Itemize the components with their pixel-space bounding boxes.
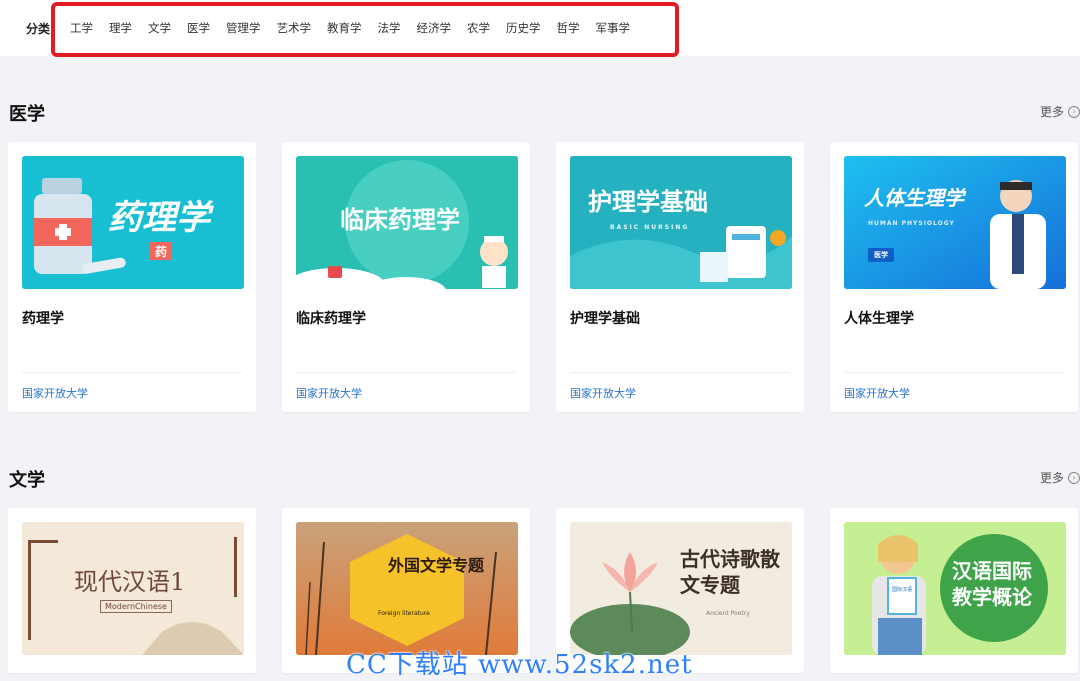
- course-thumbnail: 古代诗歌散文专题 Ancient Poetry: [570, 522, 792, 655]
- school-link[interactable]: 国家开放大学: [844, 385, 910, 401]
- more-label: 更多: [1039, 471, 1064, 485]
- course-name[interactable]: 药理学: [22, 308, 64, 328]
- school-link[interactable]: 国家开放大学: [22, 385, 88, 401]
- category-label: 分类: [26, 22, 51, 36]
- chevron-right-icon: ›: [1068, 471, 1080, 484]
- course-thumbnail: 人体生理学 HUMAN PHYSIOLOGY 医学: [844, 156, 1066, 289]
- course-thumbnail: 临床药理学: [296, 156, 518, 289]
- course-thumbnail: 现代汉语1 ModernChinese: [22, 522, 244, 655]
- thumbnail-title: 人体生理学: [864, 186, 964, 210]
- course-card[interactable]: 临床药理学 临床药理学 国家开放大学: [282, 142, 530, 412]
- thumbnail-title: 临床药理学: [340, 206, 460, 234]
- thumbnail-subtitle: BASIC NURSING: [610, 224, 690, 231]
- card-divider: [296, 372, 516, 373]
- course-card[interactable]: 药理学 药 药理学 国家开放大学: [8, 142, 256, 412]
- course-name[interactable]: 护理学基础: [570, 308, 640, 328]
- section-title-literature: 文学: [9, 470, 45, 491]
- course-thumbnail: 国际汉语 汉语国际教学概论: [844, 522, 1066, 655]
- thumbnail-title: 药理学: [108, 198, 210, 238]
- more-link-literature[interactable]: 更多 ›: [1040, 469, 1080, 486]
- category-item[interactable]: 农学: [459, 20, 498, 36]
- category-item[interactable]: 法学: [370, 20, 409, 36]
- nursing-equipment-icon: [570, 156, 792, 289]
- course-thumbnail: 护理学基础 BASIC NURSING: [570, 156, 792, 289]
- course-card[interactable]: 护理学基础 BASIC NURSING 护理学基础 国家开放大学: [556, 142, 804, 412]
- thumbnail-title: 古代诗歌散文专题: [680, 547, 780, 597]
- category-item[interactable]: 历史学: [498, 20, 549, 36]
- thumbnail-badge: 医学: [868, 248, 894, 262]
- sunset-reeds-icon: [296, 522, 518, 655]
- category-item[interactable]: 工学: [62, 20, 101, 36]
- thumbnail-subtitle: ModernChinese: [100, 600, 172, 613]
- thumbnail-subtitle: Ancient Poetry: [706, 610, 750, 617]
- category-item[interactable]: 艺术学: [269, 20, 320, 36]
- category-item[interactable]: 理学: [101, 20, 140, 36]
- thumbnail-subtitle: Foreign literature: [378, 610, 430, 617]
- category-item[interactable]: 经济学: [409, 20, 460, 36]
- category-item[interactable]: 教育学: [319, 20, 370, 36]
- watermark: CC下载站 www.52sk2.net: [346, 650, 693, 680]
- category-item[interactable]: 军事学: [588, 20, 639, 36]
- course-thumbnail: 药理学 药: [22, 156, 244, 289]
- thumbnail-title: 护理学基础: [588, 188, 708, 216]
- section-title-medicine: 医学: [9, 104, 45, 125]
- course-name[interactable]: 临床药理学: [296, 308, 366, 328]
- chevron-right-icon: ›: [1068, 105, 1080, 118]
- course-card[interactable]: 国际汉语 汉语国际教学概论: [830, 508, 1078, 673]
- course-card[interactable]: 现代汉语1 ModernChinese: [8, 508, 256, 673]
- card-divider: [22, 372, 242, 373]
- category-bar: 分类 工学 理学 文学 医学 管理学 艺术学 教育学 法学 经济学 农学 历史学…: [0, 0, 1080, 57]
- thumbnail-badge: 国际汉语: [892, 587, 913, 593]
- course-card[interactable]: 人体生理学 HUMAN PHYSIOLOGY 医学 人体生理学 国家开放大学: [830, 142, 1078, 412]
- thumbnail-badge: 药: [155, 245, 168, 259]
- school-link[interactable]: 国家开放大学: [570, 385, 636, 401]
- category-item[interactable]: 医学: [179, 20, 218, 36]
- more-link-medicine[interactable]: 更多 ›: [1040, 103, 1080, 120]
- more-label: 更多: [1039, 105, 1064, 119]
- card-divider: [570, 372, 790, 373]
- category-item[interactable]: 哲学: [549, 20, 588, 36]
- category-item[interactable]: 文学: [140, 20, 179, 36]
- thumbnail-title: 汉语国际教学概论: [952, 559, 1032, 609]
- category-list: 工学 理学 文学 医学 管理学 艺术学 教育学 法学 经济学 农学 历史学 哲学…: [62, 13, 670, 43]
- category-item[interactable]: 管理学: [218, 20, 269, 36]
- thumbnail-subtitle: HUMAN PHYSIOLOGY: [868, 220, 955, 227]
- school-link[interactable]: 国家开放大学: [296, 385, 362, 401]
- course-name[interactable]: 人体生理学: [844, 308, 914, 328]
- thumbnail-title: 现代汉语1: [74, 568, 186, 596]
- card-divider: [844, 372, 1064, 373]
- course-thumbnail: 外国文学专题 Foreign literature: [296, 522, 518, 655]
- thumbnail-title: 外国文学专题: [388, 556, 485, 575]
